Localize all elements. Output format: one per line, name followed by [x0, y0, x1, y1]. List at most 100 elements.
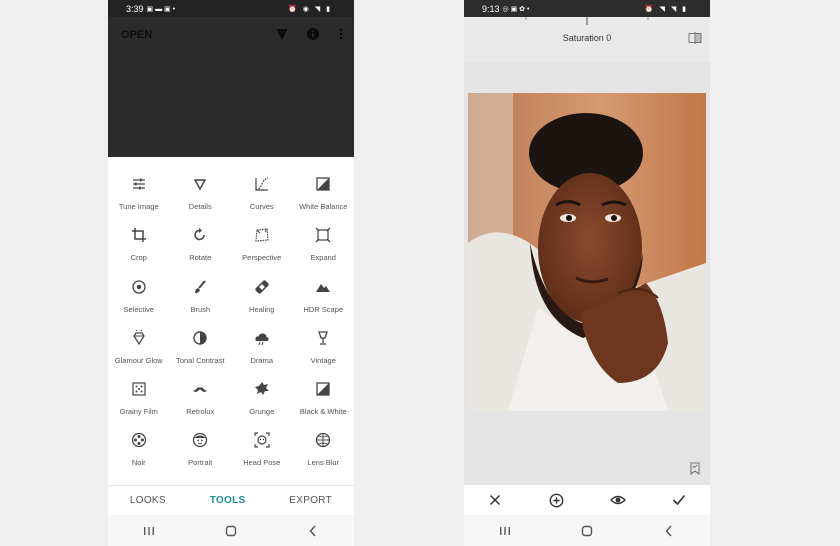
lens-blur-icon	[315, 432, 331, 448]
edited-photo	[468, 93, 706, 411]
tool-glamour-glow[interactable]: Glamour Glow	[108, 326, 170, 377]
tool-brush[interactable]: Brush	[170, 275, 232, 326]
info-icon[interactable]	[306, 27, 320, 41]
notification-icons: ▣ ▬ ▣ •	[146, 5, 176, 13]
triangle-down-icon	[192, 176, 208, 192]
recent-apps-button[interactable]	[139, 523, 159, 539]
tool-crop[interactable]: Crop	[108, 223, 170, 274]
tool-label: Perspective	[242, 253, 282, 263]
adjustment-slider-ticks[interactable]	[464, 17, 710, 25]
tool-head-pose[interactable]: Head Pose	[231, 428, 293, 479]
white-balance-icon	[315, 176, 331, 192]
tool-healing[interactable]: Healing	[231, 275, 293, 326]
tool-label: Noir	[131, 458, 146, 468]
tool-selective[interactable]: Selective	[108, 275, 170, 326]
home-button[interactable]	[221, 523, 241, 539]
back-button[interactable]	[303, 523, 323, 539]
status-bar: 9:13 ◎ ▣ ✿ • ⏰ ◥ ◥ ▮	[464, 0, 710, 17]
brush-icon	[192, 279, 208, 295]
more-vert-icon[interactable]	[334, 27, 348, 41]
tool-retrolux[interactable]: Retrolux	[170, 377, 232, 428]
tool-label: Brush	[190, 304, 211, 314]
status-time: 3:39	[126, 3, 144, 14]
tool-label: Lens Blur	[307, 458, 340, 468]
tool-grunge[interactable]: Grunge	[231, 377, 293, 428]
tab-looks[interactable]: LOOKS	[130, 495, 166, 506]
tool-label: Expand	[310, 253, 336, 263]
tool-perspective[interactable]: Perspective	[231, 223, 293, 274]
tool-label: Head Pose	[243, 458, 281, 468]
tool-label: Retrolux	[186, 407, 215, 417]
tool-label: Curves	[249, 202, 274, 211]
android-nav-bar	[108, 515, 354, 546]
left-phone-screen: 3:39 ▣ ▬ ▣ • ⏰ ◉ ◥ ▮ OPEN Tune Image Deta…	[108, 0, 354, 546]
tool-label: HDR Scape	[303, 304, 344, 314]
tool-label: Grainy Film	[119, 407, 158, 417]
android-nav-bar	[464, 515, 710, 546]
tool-hdr-scape[interactable]: HDR Scape	[293, 275, 355, 326]
tool-tune-image[interactable]: Tune Image	[108, 172, 170, 223]
tool-lens-blur[interactable]: Lens Blur	[293, 428, 355, 479]
tool-curves[interactable]: Curves	[231, 172, 293, 223]
diamond-icon	[131, 329, 147, 346]
tool-portrait[interactable]: Portrait	[170, 428, 232, 479]
eye-icon[interactable]	[609, 491, 627, 509]
image-preview-area: OPEN	[108, 17, 354, 157]
system-status-icons: ⏰ ◉ ◥ ▮	[288, 5, 332, 13]
back-button[interactable]	[659, 523, 679, 539]
tool-vintage[interactable]: Vintage	[293, 326, 355, 377]
compare-icon[interactable]	[688, 32, 702, 44]
heal-history-icon[interactable]	[275, 27, 289, 41]
perspective-icon	[254, 227, 270, 243]
expand-icon	[315, 227, 331, 243]
tool-white-balance[interactable]: White Balance	[293, 172, 355, 223]
face-icon	[192, 432, 208, 448]
tool-label: Drama	[250, 355, 273, 365]
tool-label: Selective	[123, 304, 154, 314]
tool-black-white[interactable]: Black & White	[293, 377, 355, 428]
tool-rotate[interactable]: Rotate	[170, 223, 232, 274]
check-icon[interactable]	[670, 491, 688, 509]
sliders-icon	[131, 176, 147, 192]
edit-action-bar	[464, 485, 710, 515]
home-button[interactable]	[577, 523, 597, 539]
bandage-icon	[254, 279, 270, 295]
tool-label: Details	[188, 202, 212, 211]
status-time: 9:13	[482, 3, 500, 14]
tool-noir[interactable]: Noir	[108, 428, 170, 479]
tool-details[interactable]: Details	[170, 172, 232, 223]
tool-label: Crop	[130, 253, 147, 263]
curves-icon	[254, 176, 270, 192]
tool-label: Grunge	[249, 407, 275, 417]
right-phone-screen: 9:13 ◎ ▣ ✿ • ⏰ ◥ ◥ ▮ Saturation 0	[464, 0, 710, 546]
tools-grid: Tune Image Details Curves White Balance Crop…	[108, 172, 354, 480]
open-button[interactable]: OPEN	[121, 29, 152, 41]
tab-tools[interactable]: TOOLS	[210, 495, 246, 506]
tool-label: Vintage	[310, 355, 336, 365]
tool-tonal-contrast[interactable]: Tonal Contrast	[170, 326, 232, 377]
recent-apps-button[interactable]	[495, 523, 515, 539]
tool-grainy-film[interactable]: Grainy Film	[108, 377, 170, 428]
close-icon[interactable]	[486, 491, 504, 509]
tool-expand[interactable]: Expand	[293, 223, 355, 274]
tab-export[interactable]: EXPORT	[289, 495, 332, 506]
half-circle-icon	[192, 330, 208, 346]
notification-icons: ◎ ▣ ✿ •	[502, 5, 530, 13]
tool-label: Healing	[249, 304, 275, 314]
adjustment-header[interactable]: Saturation 0	[464, 17, 710, 62]
mustache-icon	[192, 381, 208, 397]
rotate-icon	[192, 227, 208, 243]
film-reel-icon	[131, 432, 147, 448]
grunge-icon	[254, 381, 270, 397]
mountain-icon	[315, 279, 331, 295]
tool-label: White Balance	[299, 202, 348, 211]
black-white-icon	[315, 381, 331, 397]
target-icon	[131, 279, 147, 295]
tool-label: Glamour Glow	[114, 355, 163, 365]
tool-label: Tonal Contrast	[176, 355, 225, 365]
bottom-tabs: LOOKS TOOLS EXPORT	[108, 485, 354, 515]
bookmark-icon[interactable]	[690, 462, 700, 475]
lamp-icon	[315, 330, 331, 346]
add-circle-icon[interactable]	[547, 491, 565, 509]
tool-drama[interactable]: Drama	[231, 326, 293, 377]
